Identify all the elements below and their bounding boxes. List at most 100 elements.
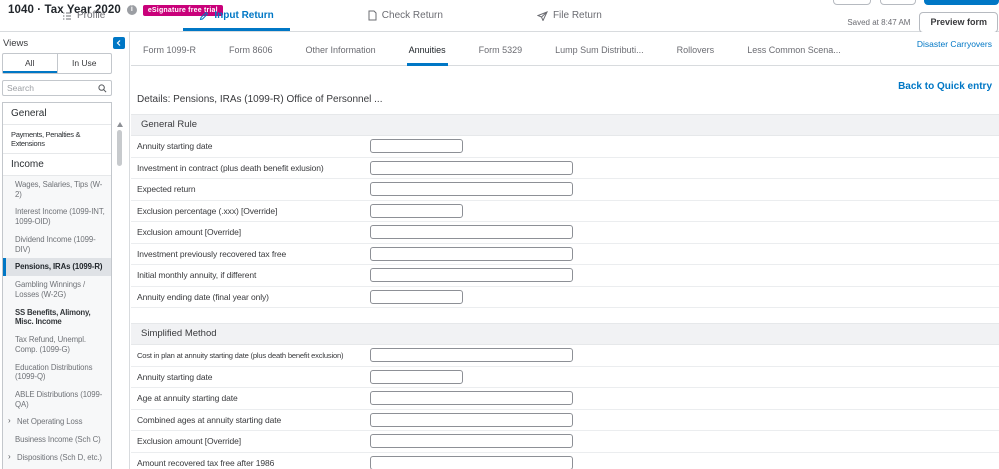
chevron-left-icon	[116, 40, 122, 46]
sidebar-item-education-distributions-1099-q[interactable]: Education Distributions (1099-Q)	[3, 359, 111, 386]
nav-tab-profile[interactable]: Profile	[46, 10, 121, 31]
sidebar: Views AllIn Use General Payments, Penalti…	[0, 32, 130, 469]
nav-tab-label: Input Return	[214, 10, 273, 21]
collapse-sidebar-button[interactable]	[113, 37, 125, 49]
sidebar-item-label: Payments, Penalties & Extensions	[11, 130, 80, 148]
sidebar-item-gambling-winnings-losses-w-2g[interactable]: Gambling Winnings / Losses (W-2G)	[3, 276, 111, 303]
field-row: Exclusion percentage (.xxx) [Override]	[131, 201, 999, 223]
cutoff-primary-button[interactable]	[924, 0, 999, 5]
field-label: Exclusion amount [Override]	[137, 436, 370, 446]
section-header: General Rule	[131, 114, 999, 136]
sidebar-item-dispositions-sch-d-etc[interactable]: ›Dispositions (Sch D, etc.)	[3, 449, 111, 467]
field-input-combined-ages-at-annuity-starting-date[interactable]	[370, 413, 573, 427]
preview-form-button[interactable]: Preview form	[919, 12, 998, 33]
field-row: Annuity ending date (final year only)	[131, 287, 999, 309]
field-input-amount-recovered-tax-free-after-1986[interactable]	[370, 456, 573, 469]
field-input-exclusion-amount-override[interactable]	[370, 225, 573, 239]
sidebar-item-dividend-income-1099-div[interactable]: Dividend Income (1099-DIV)	[3, 231, 111, 258]
scrollbar-thumb[interactable]	[117, 130, 122, 166]
field-row: Exclusion amount [Override]	[131, 431, 999, 453]
disaster-carryovers-link[interactable]: Disaster Carryovers	[917, 39, 992, 49]
back-to-quick-entry-link[interactable]: Back to Quick entry	[898, 81, 992, 92]
input-sections-list: General Payments, Penalties & Extensions I…	[2, 102, 112, 469]
form-tab-lump-sum-distributi[interactable]: Lump Sum Distributi...	[553, 45, 646, 66]
document-icon	[368, 10, 377, 21]
sidebar-item-label: ABLE Distributions (1099-QA)	[15, 390, 106, 409]
send-icon	[537, 11, 548, 21]
sidebar-item-label: Tax Refund, Unempl. Comp. (1099-G)	[15, 335, 106, 354]
top-bar: 1040 · Tax Year 2020 i eSignature free t…	[0, 0, 999, 32]
sidebar-item-label: Dispositions (Sch D, etc.)	[17, 453, 102, 463]
form-tab-other-information[interactable]: Other Information	[304, 45, 378, 66]
field-row: Exclusion amount [Override]	[131, 222, 999, 244]
field-input-exclusion-amount-override[interactable]	[370, 434, 573, 448]
form-tabs: Form 1099-R Form 8606 Other Information Ann…	[131, 32, 999, 66]
sidebar-item-business-income-sch-c[interactable]: Business Income (Sch C)	[3, 431, 111, 449]
field-input-expected-return[interactable]	[370, 182, 573, 196]
nav-tab-input-return[interactable]: Input Return	[183, 10, 289, 31]
field-label: Annuity ending date (final year only)	[137, 292, 370, 302]
nav-tab-check-return[interactable]: Check Return	[352, 10, 459, 31]
field-input-annuity-starting-date[interactable]	[370, 139, 463, 153]
field-input-cost-in-plan-at-annuity-starting-date-plus-death-benefit-exclusion[interactable]	[370, 348, 573, 362]
filter-tab-all[interactable]: All	[3, 54, 57, 73]
sidebar-item-wages-salaries-tips-w-2[interactable]: Wages, Salaries, Tips (W-2)	[3, 176, 111, 203]
sidebar-item-payments-penalties-extensions[interactable]: Payments, Penalties & Extensions	[3, 125, 111, 154]
back-row: Back to Quick entry	[131, 66, 999, 86]
field-label: Exclusion percentage (.xxx) [Override]	[137, 206, 370, 216]
field-label: Annuity starting date	[137, 372, 370, 382]
sidebar-item-label: Gambling Winnings / Losses (W-2G)	[15, 280, 106, 299]
sidebar-item-interest-income-1099-int-1099-oid[interactable]: Interest Income (1099-INT, 1099-OID)	[3, 203, 111, 230]
form-tab-form-1099-r[interactable]: Form 1099-R	[141, 45, 198, 66]
nav-tab-file-return[interactable]: File Return	[521, 10, 618, 31]
field-input-exclusion-percentage-xxx-override[interactable]	[370, 204, 463, 218]
nav-tab-label: Profile	[77, 10, 105, 21]
sidebar-item-net-operating-loss[interactable]: ›Net Operating Loss	[3, 413, 111, 431]
field-input-annuity-starting-date[interactable]	[370, 370, 463, 384]
views-label: Views	[3, 38, 28, 49]
sidebar-search-box	[2, 80, 112, 96]
sidebar-item-tax-refund-unempl-comp-1099-g[interactable]: Tax Refund, Unempl. Comp. (1099-G)	[3, 331, 111, 358]
form-tab-form-8606[interactable]: Form 8606	[227, 45, 275, 66]
form-tab-form-5329[interactable]: Form 5329	[477, 45, 525, 66]
field-input-initial-monthly-annuity-if-different[interactable]	[370, 268, 573, 282]
chevron-right-icon: ›	[8, 417, 14, 427]
views-filter-toggle: AllIn Use	[2, 53, 112, 74]
sidebar-item-label: SS Benefits, Alimony, Misc. Income	[15, 308, 106, 327]
form-tab-rollovers[interactable]: Rollovers	[675, 45, 717, 66]
sidebar-item-label: General	[11, 108, 47, 119]
saved-status: Saved at 8:47 AM	[847, 18, 910, 27]
sidebar-item-pensions-iras-1099-r[interactable]: Pensions, IRAs (1099-R)	[3, 258, 111, 276]
sidebar-scrollbar	[115, 122, 124, 166]
field-input-annuity-ending-date-final-year-only[interactable]	[370, 290, 463, 304]
field-label: Amount recovered tax free after 1986	[137, 458, 370, 468]
field-row: Investment previously recovered tax free	[131, 244, 999, 266]
nav-tab-label: Check Return	[382, 10, 443, 21]
sidebar-item-ss-benefits-alimony-misc-income[interactable]: SS Benefits, Alimony, Misc. Income	[3, 304, 111, 331]
pencil-icon	[199, 11, 209, 21]
nav-tab-label: File Return	[553, 10, 602, 21]
cutoff-button-2[interactable]	[880, 0, 916, 5]
scroll-up-arrow-icon[interactable]	[117, 122, 123, 127]
cutoff-toolbar	[827, 0, 999, 7]
field-input-investment-previously-recovered-tax-free[interactable]	[370, 247, 573, 261]
field-row: Age at annuity starting date	[131, 388, 999, 410]
field-row: Combined ages at annuity starting date	[131, 410, 999, 432]
search-icon	[98, 84, 107, 93]
field-label: Age at annuity starting date	[137, 393, 370, 403]
form-tab-less-common-scena[interactable]: Less Common Scena...	[745, 45, 843, 66]
profile-icon	[62, 11, 72, 21]
sidebar-item-able-distributions-1099-qa[interactable]: ABLE Distributions (1099-QA)	[3, 386, 111, 413]
field-label: Expected return	[137, 184, 370, 194]
field-label: Cost in plan at annuity starting date (p…	[137, 351, 370, 360]
field-input-age-at-annuity-starting-date[interactable]	[370, 391, 573, 405]
filter-tab-in-use[interactable]: In Use	[57, 54, 112, 73]
form-tab-annuities[interactable]: Annuities	[407, 45, 448, 66]
sidebar-item-label: Interest Income (1099-INT, 1099-OID)	[15, 207, 106, 226]
sidebar-item-income[interactable]: Income	[3, 154, 111, 176]
cutoff-button-1[interactable]	[833, 0, 871, 5]
search-input[interactable]	[7, 83, 98, 93]
field-input-investment-in-contract-plus-death-benefit-exlusion[interactable]	[370, 161, 573, 175]
section-general-rule: General RuleAnnuity starting dateInvestm…	[131, 114, 999, 308]
sidebar-item-general[interactable]: General	[3, 103, 111, 125]
